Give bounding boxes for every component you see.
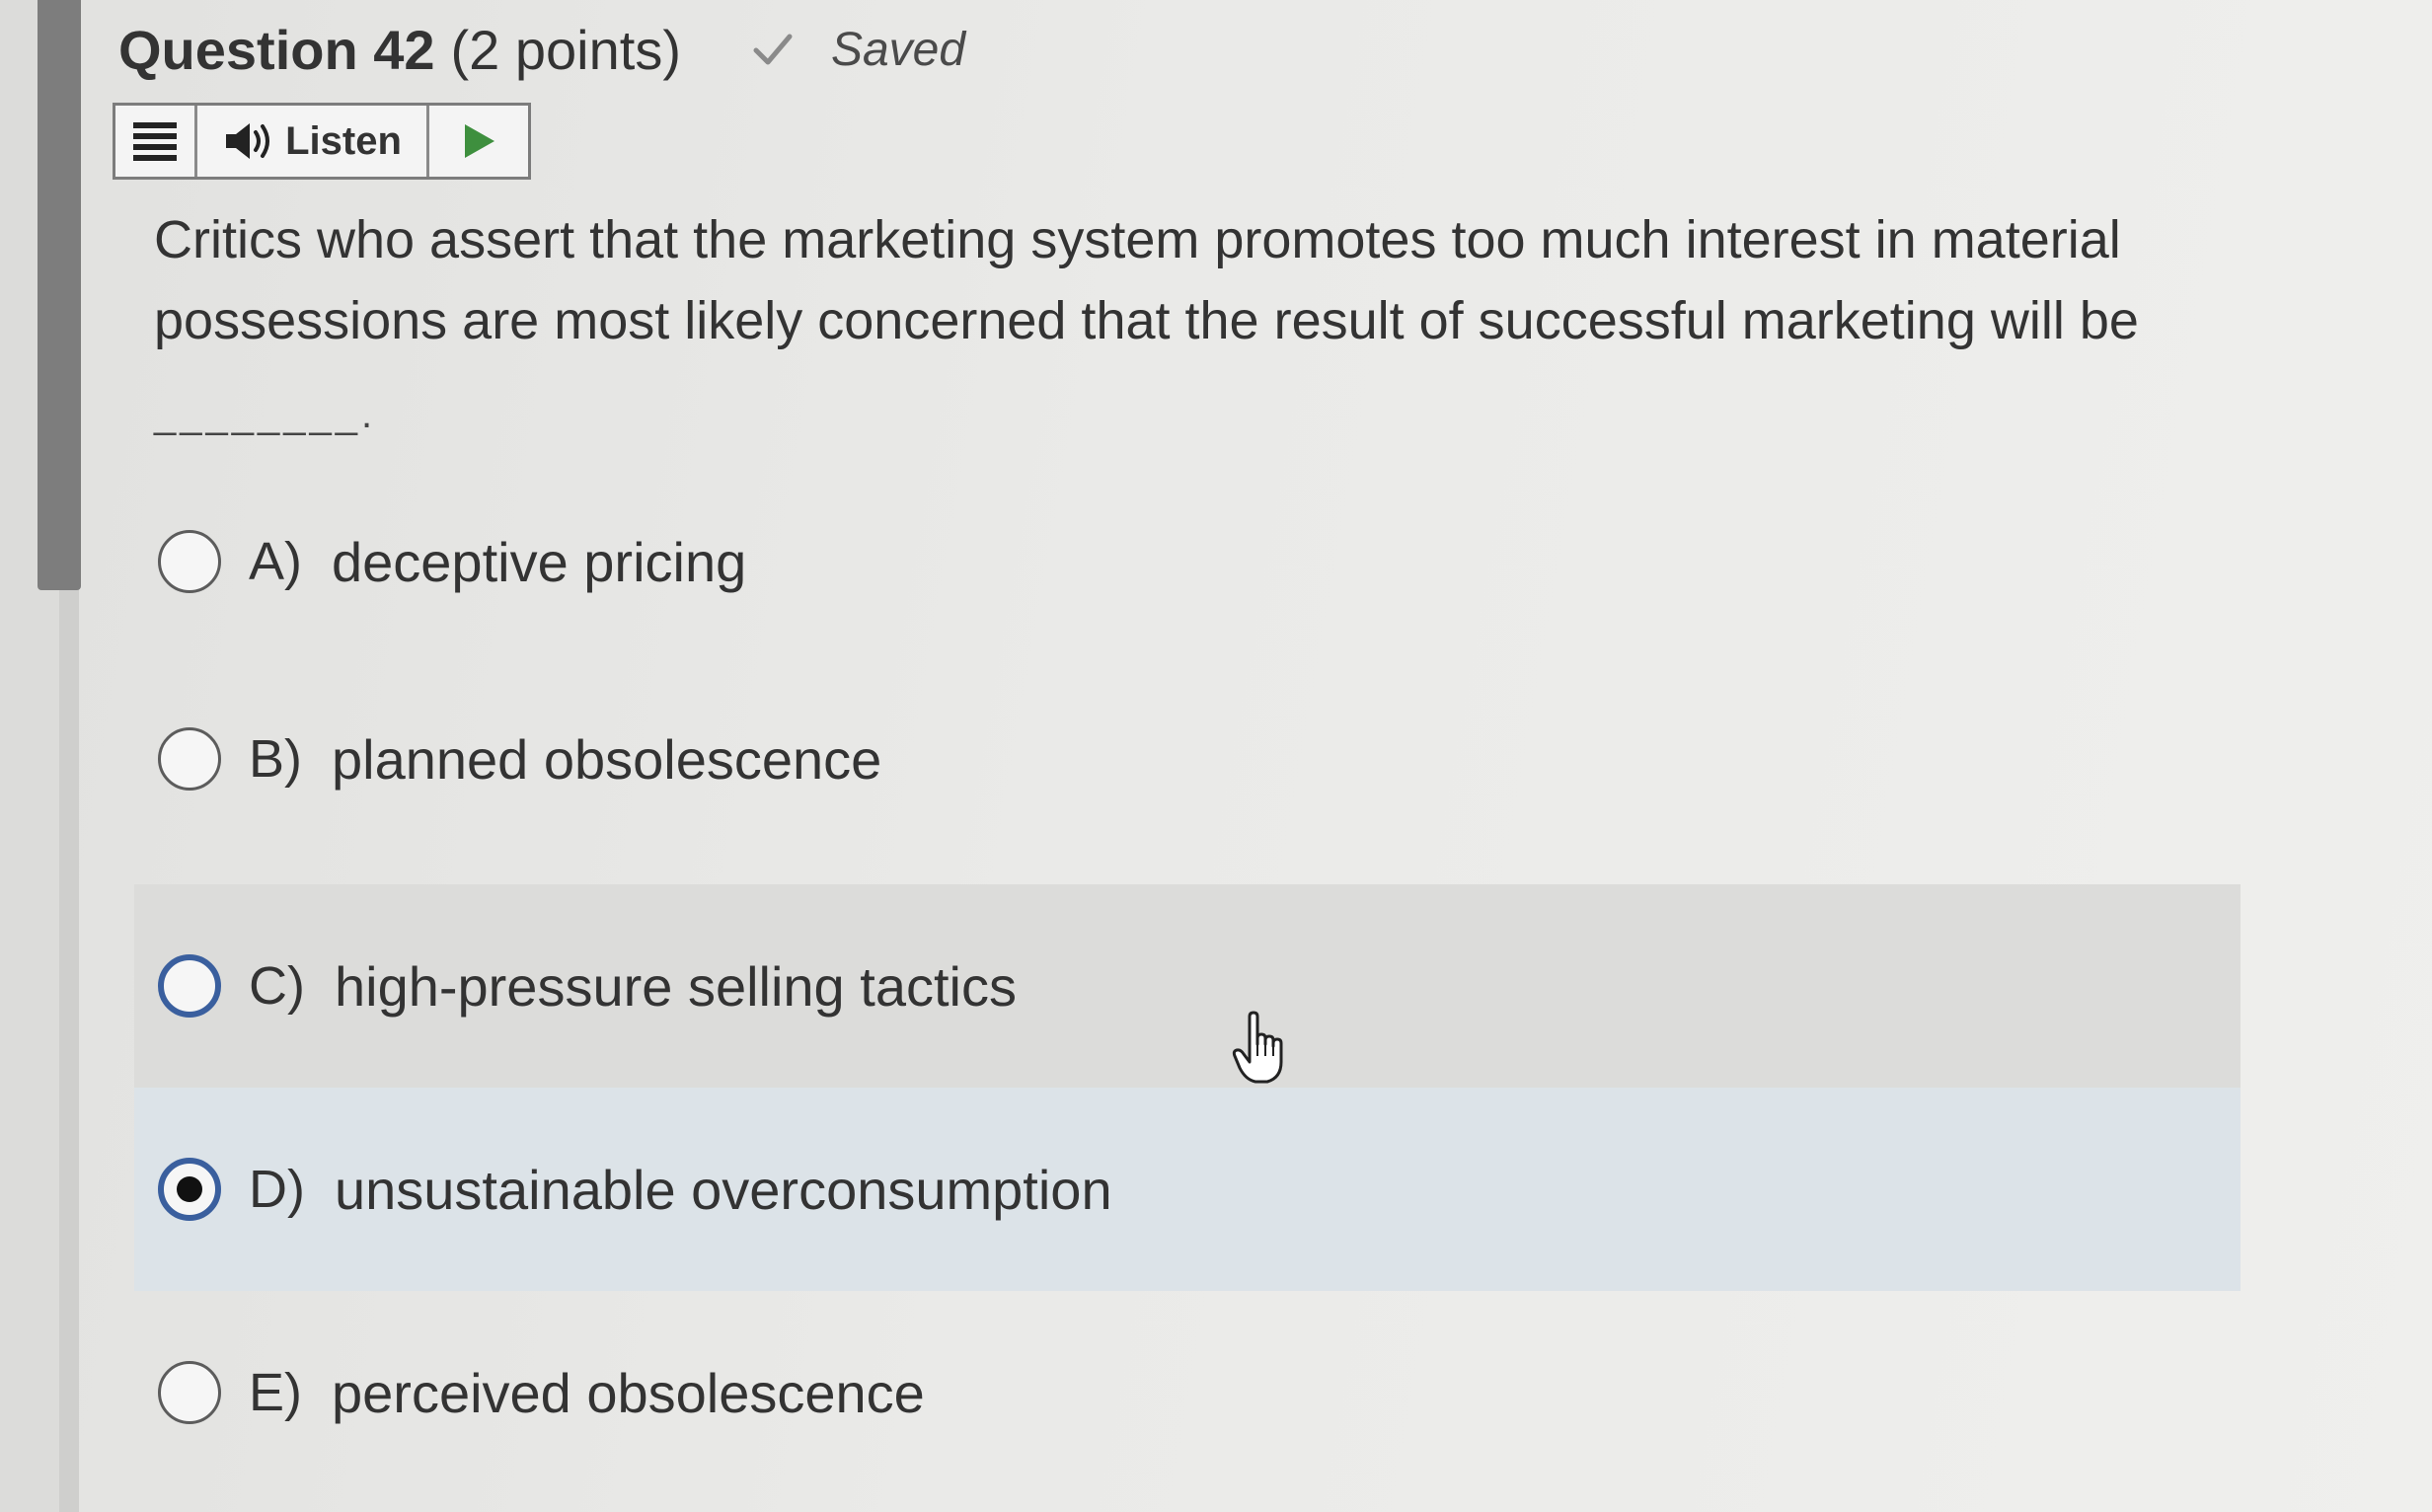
listen-button[interactable]: Listen	[197, 106, 429, 177]
question-title: Question 42	[118, 18, 435, 81]
hamburger-menu-icon	[133, 122, 177, 161]
option-letter: D)	[249, 1160, 305, 1219]
option-e[interactable]: E) perceived obsolescence	[134, 1291, 2241, 1494]
radio-option-e[interactable]	[158, 1361, 221, 1424]
option-text: planned obsolescence	[332, 727, 882, 791]
scrollbar-thumb[interactable]	[38, 0, 81, 590]
question-text: Critics who assert that the marketing sy…	[154, 210, 2139, 350]
option-letter: B)	[249, 729, 302, 789]
menu-button[interactable]	[115, 106, 197, 177]
play-icon	[465, 124, 494, 158]
question-header: Question 42 (2 points) Saved	[118, 10, 965, 89]
option-letter: A)	[249, 532, 302, 591]
option-text: perceived obsolescence	[332, 1361, 925, 1424]
option-text: high-pressure selling tactics	[334, 954, 1017, 1018]
option-letter: C)	[249, 956, 305, 1016]
option-text: unsustainable overconsumption	[334, 1158, 1112, 1221]
option-a[interactable]: A) deceptive pricing	[134, 460, 2241, 663]
question-blank: ________.	[154, 393, 377, 436]
question-points: (2 points)	[450, 18, 681, 81]
option-d[interactable]: D) unsustainable overconsumption	[134, 1088, 2241, 1291]
saved-status: Saved	[830, 23, 966, 76]
radio-option-a[interactable]	[158, 530, 221, 593]
listen-label: Listen	[285, 118, 402, 163]
radio-selected-dot	[177, 1176, 202, 1202]
play-button[interactable]	[429, 106, 528, 177]
radio-option-d[interactable]	[158, 1158, 221, 1221]
radio-option-b[interactable]	[158, 727, 221, 791]
radio-option-c[interactable]	[158, 954, 221, 1018]
option-c[interactable]: C) high-pressure selling tactics	[134, 884, 2241, 1088]
speaker-icon	[226, 123, 270, 159]
hand-pointer-cursor-icon	[1232, 1011, 1283, 1084]
option-text: deceptive pricing	[332, 530, 747, 593]
option-b[interactable]: B) planned obsolescence	[134, 657, 2241, 861]
checkmark-icon	[753, 34, 793, 65]
option-letter: E)	[249, 1363, 302, 1422]
listen-toolbar: Listen	[113, 103, 531, 180]
